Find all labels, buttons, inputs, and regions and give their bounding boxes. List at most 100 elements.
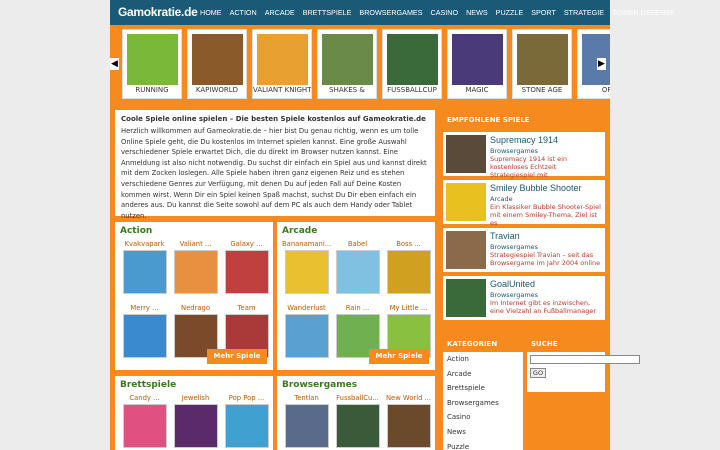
game-label[interactable]: Valiant ... — [171, 240, 220, 249]
featured-name[interactable]: Smiley Bubble Shooter — [490, 183, 582, 193]
game-item[interactable]: Pop Pop ... — [222, 394, 271, 450]
game-thumbnail[interactable] — [122, 250, 167, 294]
slider-item[interactable]: RUNNING — [122, 29, 182, 99]
featured-item[interactable]: GoalUnited Browsergames Im Internet gibt e… — [443, 276, 605, 320]
slider-item[interactable]: MAGIC — [447, 29, 507, 99]
featured-thumbnail[interactable] — [446, 279, 486, 317]
game-label[interactable]: My Little ... — [384, 304, 433, 313]
game-item[interactable]: Merry ... — [120, 304, 169, 366]
nav-tower-defense[interactable]: TOWER DEFENSE — [608, 8, 679, 17]
game-item[interactable]: Valiant ... — [171, 240, 220, 302]
game-item[interactable]: Candy ... — [120, 394, 169, 450]
game-label[interactable]: Rain ... — [333, 304, 382, 313]
game-item[interactable]: Tentlan — [282, 394, 331, 450]
game-label[interactable]: Team — [222, 304, 271, 313]
game-label[interactable]: Boss ... — [384, 240, 433, 249]
slider-item[interactable]: FUSSBALLCUP — [382, 29, 442, 99]
slider-item[interactable]: SHAKES & — [317, 29, 377, 99]
game-thumbnail[interactable] — [224, 404, 269, 448]
game-item[interactable]: Kvakvapark — [120, 240, 169, 302]
game-thumbnail[interactable] — [284, 250, 329, 294]
game-label[interactable]: Candy ... — [120, 394, 169, 403]
game-thumbnail[interactable] — [335, 250, 380, 294]
game-thumbnail[interactable] — [224, 250, 269, 294]
slider-next-button[interactable]: ▶ — [597, 58, 606, 70]
game-label[interactable]: Babel — [333, 240, 382, 249]
more-games-button[interactable]: Mehr Spiele — [369, 349, 429, 364]
game-thumbnail[interactable] — [517, 34, 568, 85]
featured-name[interactable]: GoalUnited — [490, 279, 535, 289]
category-link[interactable]: Browsergames — [443, 396, 523, 411]
game-label[interactable]: Jewelish — [171, 394, 220, 403]
game-label[interactable]: Kvakvapark — [120, 240, 169, 249]
game-label[interactable]: Pop Pop ... — [222, 394, 271, 403]
slider-item-label[interactable]: VALIANT KNIGHT — [253, 86, 311, 94]
game-item[interactable]: Babel — [333, 240, 382, 302]
game-item[interactable]: Wanderlust — [282, 304, 331, 366]
game-thumbnail[interactable] — [173, 404, 218, 448]
featured-name[interactable]: Supremacy 1914 — [490, 135, 558, 145]
game-item[interactable]: Bananamani... — [282, 240, 331, 302]
game-thumbnail[interactable] — [122, 404, 167, 448]
game-thumbnail[interactable] — [127, 34, 178, 85]
game-label[interactable]: Merry ... — [120, 304, 169, 313]
game-thumbnail[interactable] — [192, 34, 243, 85]
category-link[interactable]: Puzzle — [443, 440, 523, 450]
game-thumbnail[interactable] — [387, 34, 438, 85]
featured-category[interactable]: Browsergames — [490, 243, 538, 251]
featured-item[interactable]: Travian Browsergames Strategiespiel Travia… — [443, 228, 605, 272]
slider-prev-button[interactable]: ◀ — [110, 58, 119, 70]
game-item[interactable]: FussballCu... — [333, 394, 382, 450]
nav-browsergames[interactable]: BROWSERGAMES — [355, 8, 426, 17]
featured-category[interactable]: Arcade — [490, 195, 513, 203]
game-label[interactable]: Tentlan — [282, 394, 331, 403]
game-thumbnail[interactable] — [284, 314, 329, 358]
category-link[interactable]: Brettspiele — [443, 381, 523, 396]
nav-puzzle[interactable]: PUZZLE — [492, 8, 528, 17]
slider-item-label[interactable]: STONE AGE — [513, 86, 571, 94]
game-label[interactable]: Galaxy ... — [222, 240, 271, 249]
game-thumbnail[interactable] — [386, 404, 431, 448]
nav-news[interactable]: NEWS — [462, 8, 492, 17]
featured-category[interactable]: Browsergames — [490, 147, 538, 155]
game-item[interactable]: New World ... — [384, 394, 433, 450]
game-thumbnail[interactable] — [335, 404, 380, 448]
game-label[interactable]: Nedrago — [171, 304, 220, 313]
featured-name[interactable]: Travian — [490, 231, 520, 241]
nav-home[interactable]: HOME — [196, 8, 226, 17]
nav-casino[interactable]: CASINO — [427, 8, 463, 17]
featured-item[interactable]: Supremacy 1914 Browsergames Supremacy 1914… — [443, 132, 605, 179]
nav-brettspiele[interactable]: BRETTSPIELE — [299, 8, 356, 17]
game-thumbnail[interactable] — [284, 404, 329, 448]
slider-item-label[interactable]: FUSSBALLCUP — [383, 86, 441, 94]
game-thumbnail[interactable] — [452, 34, 503, 85]
game-label[interactable]: Bananamani... — [282, 240, 331, 249]
category-link[interactable]: Action — [443, 352, 523, 367]
slider-item[interactable]: STONE AGE — [512, 29, 572, 99]
featured-item[interactable]: Smiley Bubble Shooter Arcade Ein Klassiker… — [443, 180, 605, 227]
game-label[interactable]: New World ... — [384, 394, 433, 403]
search-input[interactable] — [530, 355, 640, 364]
game-item[interactable]: Jewelish — [171, 394, 220, 450]
game-thumbnail[interactable] — [173, 250, 218, 294]
nav-sport[interactable]: SPORT — [527, 8, 560, 17]
game-thumbnail[interactable] — [257, 34, 308, 85]
game-label[interactable]: Wanderlust — [282, 304, 331, 313]
game-label[interactable]: FussballCu... — [333, 394, 382, 403]
slider-item[interactable]: KAPIWORLD — [187, 29, 247, 99]
slider-item-label[interactable]: MAGIC — [448, 86, 506, 94]
featured-thumbnail[interactable] — [446, 231, 486, 269]
featured-thumbnail[interactable] — [446, 183, 486, 221]
game-item[interactable]: Galaxy ... — [222, 240, 271, 302]
nav-action[interactable]: ACTION — [226, 8, 261, 17]
game-item[interactable]: Boss ... — [384, 240, 433, 302]
slider-item-label[interactable]: RUNNING — [123, 86, 181, 94]
nav-arcade[interactable]: ARCADE — [261, 8, 299, 17]
game-thumbnail[interactable] — [322, 34, 373, 85]
category-link[interactable]: News — [443, 425, 523, 440]
category-link[interactable]: Casino — [443, 410, 523, 425]
search-go-button[interactable]: GO — [530, 368, 546, 378]
slider-item-label[interactable]: OR — [578, 86, 610, 94]
featured-thumbnail[interactable] — [446, 135, 486, 173]
featured-category[interactable]: Browsergames — [490, 291, 538, 299]
